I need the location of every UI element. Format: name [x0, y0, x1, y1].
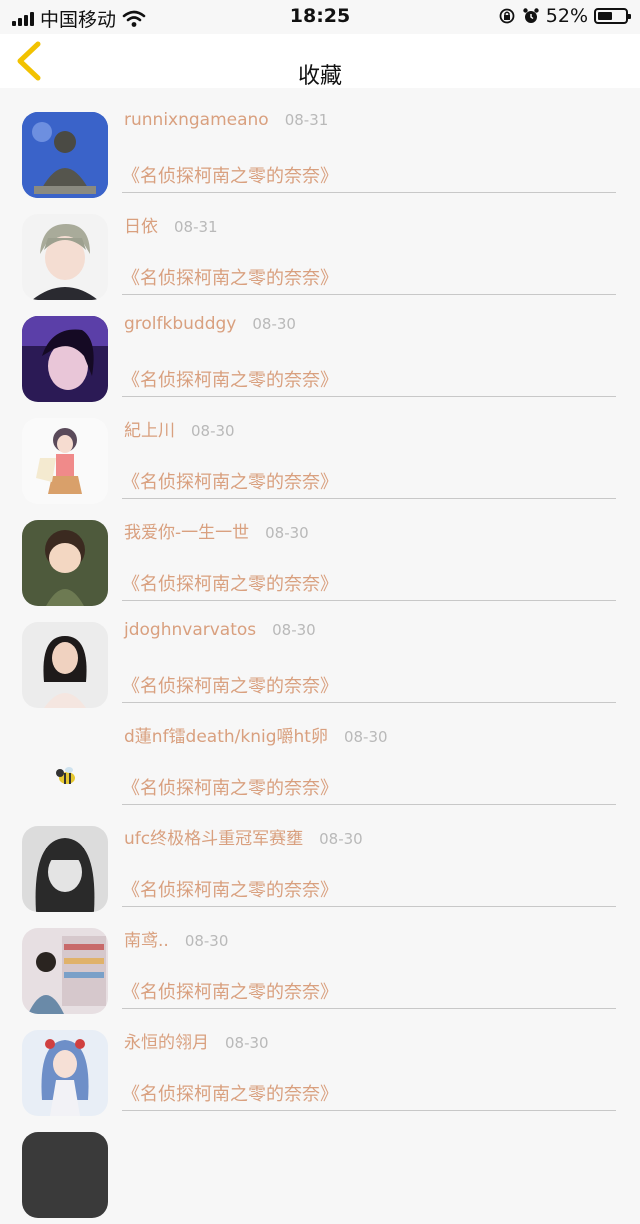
date-text: 08-30 [191, 422, 235, 440]
store-shelf-avatar-image [22, 928, 108, 1014]
username-text: runnixngameano [124, 110, 269, 130]
avatar [22, 928, 108, 1014]
comic-title-link[interactable]: 《名侦探柯南之零的奈奈》 [122, 366, 338, 392]
avatar [22, 1030, 108, 1116]
list-item[interactable]: jdoghnvarvatos 08-30 《名侦探柯南之零的奈奈》 [0, 612, 640, 714]
divider [122, 702, 616, 703]
orientation-lock-icon [499, 8, 515, 24]
username-text: 日依 [124, 217, 158, 237]
status-bar: 中国移动 18:25 52% [0, 0, 640, 34]
battery-fill [598, 12, 612, 20]
avatar [22, 418, 108, 504]
divider [122, 1110, 616, 1111]
username: 紀上川 08-30 [124, 416, 235, 441]
date-text: 08-30 [343, 728, 388, 746]
username: d蓮nf镭death/knig嚼ht卵 08-30 [124, 722, 388, 747]
username-text: 我爱你-一生一世 [124, 523, 250, 543]
list-item[interactable]: runnixngameano 08-31 《名侦探柯南之零的奈奈》 [0, 102, 640, 204]
list-item[interactable]: 紀上川 08-30 《名侦探柯南之零的奈奈》 [0, 408, 640, 510]
battery-percent: 52% [545, 5, 588, 27]
date-text: 08-30 [319, 830, 363, 848]
list-item[interactable]: d蓮nf镭death/knig嚼ht卵 08-30 《名侦探柯南之零的奈奈》 [0, 714, 640, 816]
comic-title-link[interactable]: 《名侦探柯南之零的奈奈》 [122, 1080, 338, 1106]
anime-boy-avatar-image [22, 214, 108, 300]
username-text: 紀上川 [124, 421, 175, 441]
date-text: 08-30 [265, 524, 309, 542]
username: ufc终极格斗重冠军赛壅 08-30 [124, 824, 363, 849]
username: 南鸢.. 08-30 [124, 926, 228, 951]
username-text: 南鸢.. [124, 931, 169, 951]
divider [122, 498, 616, 499]
username: runnixngameano 08-31 [124, 110, 328, 130]
date-text: 08-30 [272, 621, 316, 639]
date-text: 08-30 [184, 932, 229, 950]
comic-title-link[interactable]: 《名侦探柯南之零的奈奈》 [122, 264, 338, 290]
date-text: 08-31 [284, 111, 329, 129]
avatar [22, 316, 108, 402]
divider [122, 1008, 616, 1009]
username: jdoghnvarvatos 08-30 [124, 620, 316, 640]
date-text: 08-30 [225, 1034, 269, 1052]
avatar [22, 214, 108, 300]
girl-photo-avatar-image [22, 316, 108, 402]
comic-title-link[interactable]: 《名侦探柯南之零的奈奈》 [122, 162, 338, 188]
divider [122, 600, 616, 601]
anime-character-avatar-image [22, 1030, 108, 1116]
username-text: d蓮nf镭death/knig嚼ht卵 [124, 727, 328, 747]
username: 永恒的翎月 08-30 [124, 1028, 269, 1053]
alarm-icon [523, 8, 539, 23]
date-text: 08-31 [174, 218, 218, 236]
cartoon-boy-avatar-image [22, 520, 108, 606]
list-item[interactable]: 日依 08-31 《名侦探柯南之零的奈奈》 [0, 204, 640, 306]
battery-icon [594, 8, 631, 24]
date-text: 08-30 [252, 315, 296, 333]
nav-bar: 收藏 [0, 34, 640, 89]
comic-title-link[interactable]: 《名侦探柯南之零的奈奈》 [122, 978, 338, 1004]
comic-title-link[interactable]: 《名侦探柯南之零的奈奈》 [122, 570, 338, 596]
list-item[interactable]: ufc终极格斗重冠军赛壅 08-30 《名侦探柯南之零的奈奈》 [0, 816, 640, 918]
username-text: jdoghnvarvatos [124, 620, 257, 640]
avatar [22, 826, 108, 912]
girl-portrait-avatar-image [22, 622, 108, 708]
divider [122, 906, 616, 907]
avatar [22, 112, 108, 198]
username: grolfkbuddgy 08-30 [124, 314, 296, 334]
divider [122, 294, 616, 295]
page-title: 收藏 [297, 64, 342, 89]
list-item[interactable]: 南鸢.. 08-30 《名侦探柯南之零的奈奈》 [0, 918, 640, 1020]
username-text: grolfkbuddgy [124, 314, 237, 334]
buddha-avatar-image [22, 112, 108, 198]
divider [122, 396, 616, 397]
comic-title-link[interactable]: 《名侦探柯南之零的奈奈》 [122, 774, 338, 800]
username-text: 永恒的翎月 [124, 1033, 209, 1053]
status-right: 52% [498, 5, 631, 27]
list-item[interactable] [0, 1122, 640, 1224]
username: 日依 08-31 [124, 212, 218, 237]
comic-title-link[interactable]: 《名侦探柯南之零的奈奈》 [122, 468, 338, 494]
list-item[interactable]: grolfkbuddgy 08-30 《名侦探柯南之零的奈奈》 [0, 306, 640, 408]
list-item[interactable]: 我爱你-一生一世 08-30 《名侦探柯南之零的奈奈》 [0, 510, 640, 612]
comic-title-link[interactable]: 《名侦探柯南之零的奈奈》 [122, 876, 338, 902]
bw-girl-avatar-image [22, 826, 108, 912]
username: 我爱你-一生一世 08-30 [124, 518, 309, 543]
username-text: ufc终极格斗重冠军赛壅 [124, 829, 304, 849]
avatar [22, 520, 108, 606]
avatar [22, 622, 108, 708]
avatar [22, 1132, 108, 1218]
divider [122, 804, 616, 805]
divider [122, 192, 616, 193]
bee-sticker-avatar-image [22, 724, 108, 810]
avatar [22, 724, 108, 810]
comic-title-link[interactable]: 《名侦探柯南之零的奈奈》 [122, 672, 338, 698]
list-item[interactable]: 永恒的翎月 08-30 《名侦探柯南之零的奈奈》 [0, 1020, 640, 1122]
anime-girl-avatar-image [22, 418, 108, 504]
